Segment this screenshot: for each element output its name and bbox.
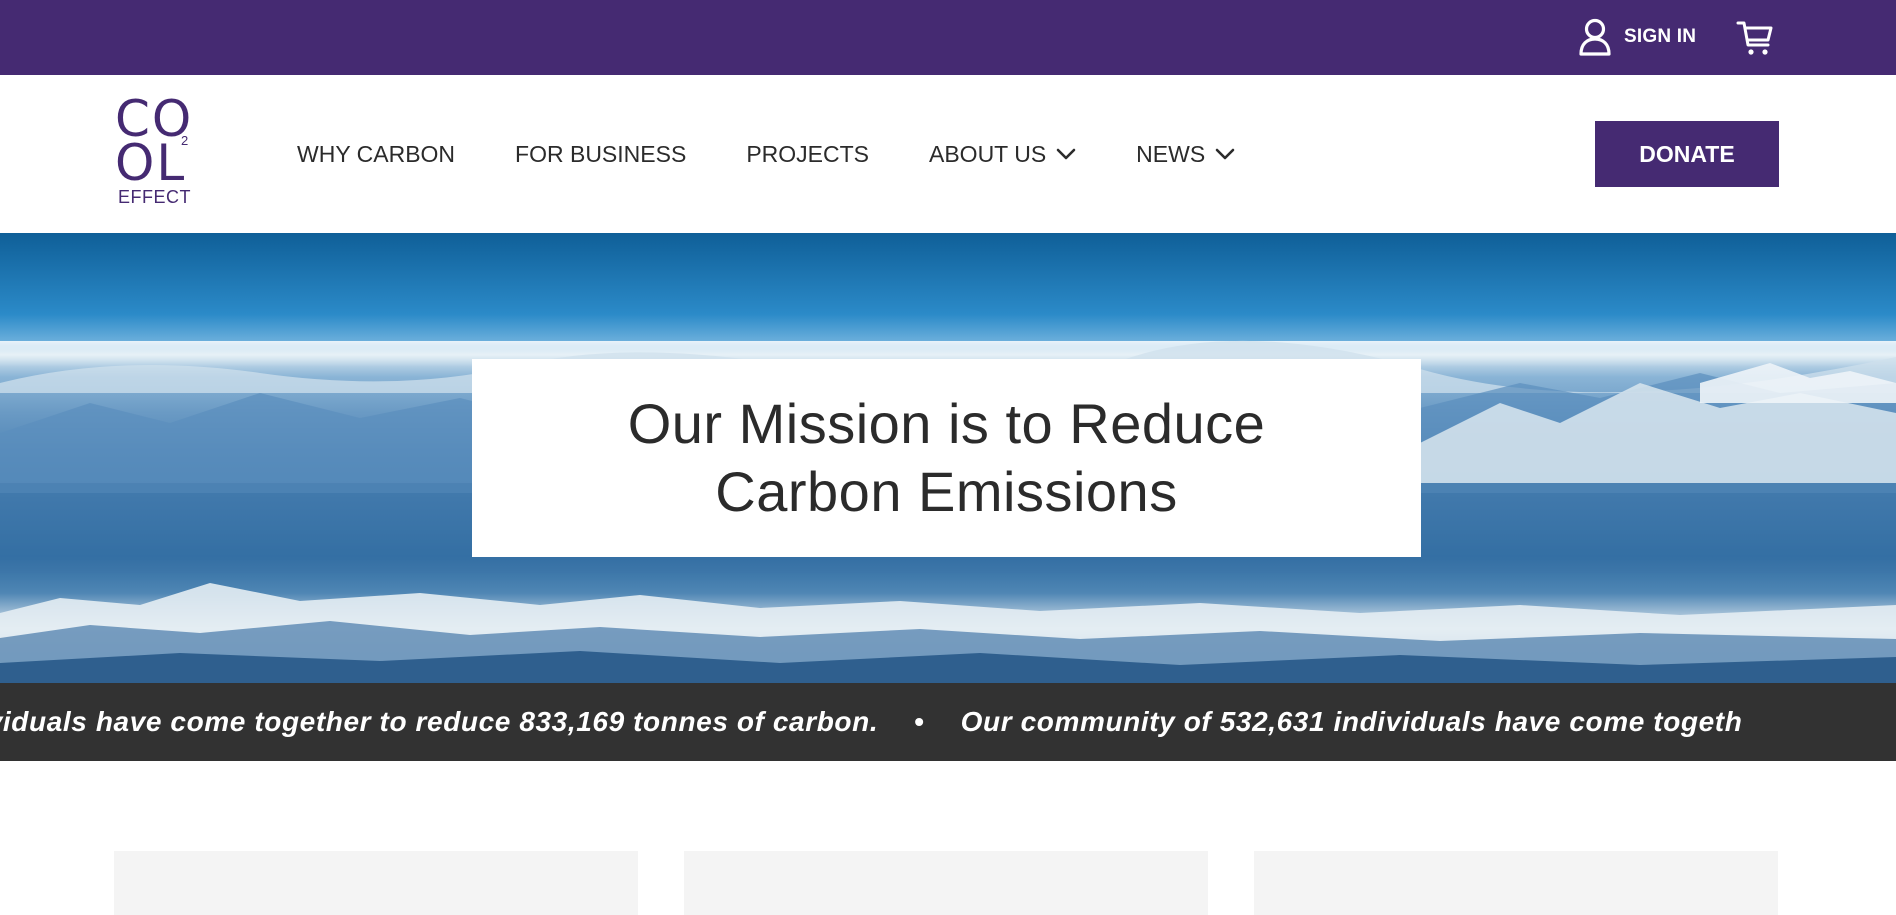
cart-icon <box>1736 21 1773 55</box>
top-bar: SIGN IN <box>0 0 1896 75</box>
hero-title: Our Mission is to Reduce Carbon Emission… <box>627 392 1266 523</box>
main-nav: WHY CARBON FOR BUSINESS PROJECTS ABOUT U… <box>297 75 1295 233</box>
feature-card-1[interactable] <box>114 851 638 915</box>
cart-button[interactable] <box>1735 18 1775 58</box>
nav-projects[interactable]: PROJECTS <box>746 141 869 168</box>
mission-card: Our Mission is to Reduce Carbon Emission… <box>472 359 1421 557</box>
nav-news[interactable]: NEWS <box>1136 141 1235 168</box>
donate-button[interactable]: DONATE <box>1595 121 1779 187</box>
ticker-text-1: lividuals have come together to reduce 8… <box>0 706 879 737</box>
nav-projects-label: PROJECTS <box>746 140 869 167</box>
logo-line-3: EFFECT <box>118 187 191 207</box>
community-ticker: lividuals have come together to reduce 8… <box>0 683 1896 761</box>
user-icon <box>1579 18 1611 56</box>
nav-for-business[interactable]: FOR BUSINESS <box>515 141 686 168</box>
sign-in-link[interactable]: SIGN IN <box>1578 18 1696 56</box>
ticker-track: lividuals have come together to reduce 8… <box>0 683 1742 761</box>
site-header: CO OL 2 EFFECT WHY CARBON FOR BUSINESS P… <box>0 75 1896 233</box>
sign-in-label: SIGN IN <box>1624 26 1697 47</box>
hero-banner: Our Mission is to Reduce Carbon Emission… <box>0 233 1896 683</box>
nav-about-us[interactable]: ABOUT US <box>929 141 1076 168</box>
nav-why-carbon[interactable]: WHY CARBON <box>297 141 455 168</box>
chevron-down-icon <box>1215 148 1235 160</box>
ticker-text-2: Our community of 532,631 individuals hav… <box>960 706 1743 737</box>
chevron-down-icon <box>1056 148 1076 160</box>
feature-card-3[interactable] <box>1254 851 1778 915</box>
cool-effect-logo[interactable]: CO OL 2 EFFECT <box>115 94 197 207</box>
ticker-separator: • <box>914 706 925 737</box>
nav-news-label: NEWS <box>1136 140 1206 167</box>
nav-why-carbon-label: WHY CARBON <box>297 140 456 167</box>
logo-superscript: 2 <box>181 133 189 148</box>
feature-card-2[interactable] <box>684 851 1208 915</box>
nav-about-us-label: ABOUT US <box>929 140 1047 167</box>
nav-for-business-label: FOR BUSINESS <box>515 140 687 167</box>
